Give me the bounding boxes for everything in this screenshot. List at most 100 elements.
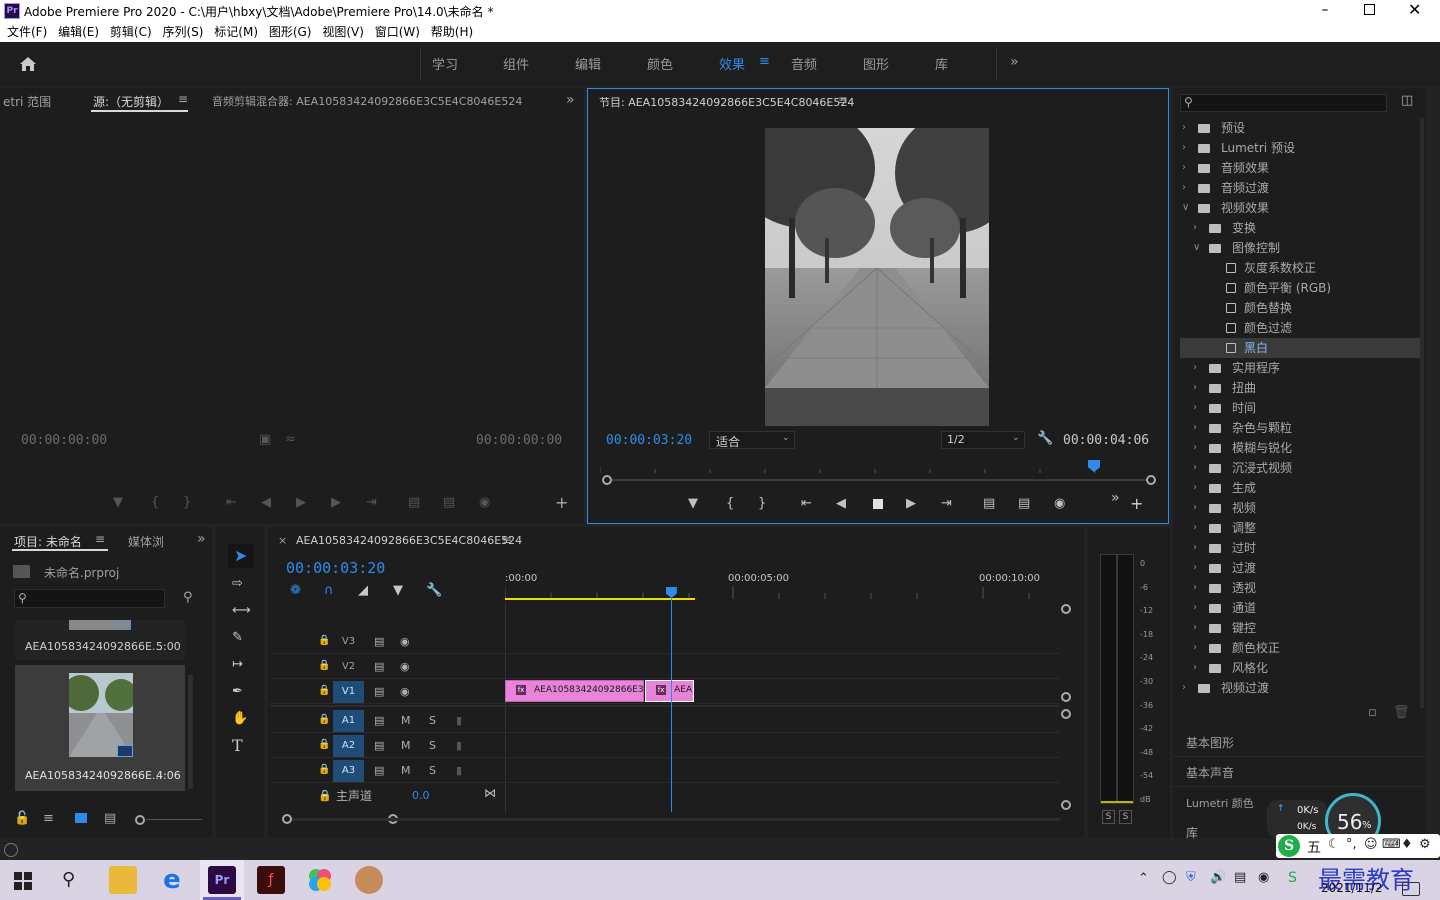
workspace-menu-icon[interactable]: ≡ xyxy=(759,54,770,69)
go-to-out-icon[interactable]: ⇥ xyxy=(941,497,952,511)
microphone-icon[interactable]: ▮ xyxy=(456,764,462,777)
chevron-right-icon[interactable]: › xyxy=(1193,358,1203,378)
export-frame-icon[interactable]: ◉ xyxy=(1054,497,1065,511)
add-marker-icon[interactable]: ▼ xyxy=(113,496,123,510)
update-icon[interactable]: ◉ xyxy=(1258,870,1269,885)
menu-item-edit[interactable]: 编辑(E) xyxy=(58,22,99,42)
mute-icon[interactable]: M xyxy=(401,764,411,777)
razor-tool-icon[interactable]: ✎ xyxy=(232,631,243,645)
chevron-right-icon[interactable]: › xyxy=(1182,118,1192,138)
menu-item-file[interactable]: 文件(F) xyxy=(7,22,47,42)
menu-item-help[interactable]: 帮助(H) xyxy=(431,22,473,42)
tab-lumetri-scopes[interactable]: etri 范围 xyxy=(3,93,51,110)
sync-lock-icon[interactable]: ▤ xyxy=(374,635,384,648)
tab-editing[interactable]: 编辑 xyxy=(575,54,601,73)
tab-menu-icon[interactable]: ≡ xyxy=(95,532,105,546)
chevron-right-icon[interactable]: › xyxy=(1193,558,1203,578)
tab-media-browser[interactable]: 媒体浏 xyxy=(128,533,164,550)
effects-scrollbar[interactable] xyxy=(1420,118,1424,708)
more-workspaces-icon[interactable]: » xyxy=(1010,54,1019,70)
fit-dropdown[interactable]: 适合 ⌄ xyxy=(709,431,795,449)
flash-icon[interactable]: ƒ xyxy=(257,866,285,894)
tab-source[interactable]: 源:（无剪辑） xyxy=(93,93,169,110)
tab-effects[interactable]: 效果 xyxy=(719,54,745,73)
tab-libraries[interactable]: 库 xyxy=(935,54,948,73)
timeline-timecode[interactable]: 00:00:03:20 xyxy=(286,559,385,577)
hand-tool-icon[interactable]: ✋ xyxy=(232,712,248,726)
track-target-a3[interactable]: A3 xyxy=(333,760,364,782)
effects-item[interactable]: › 时间 xyxy=(1180,398,1420,418)
effects-item[interactable]: 黑白 xyxy=(1180,338,1420,358)
find-icon[interactable]: ⚲ xyxy=(183,591,193,605)
tab-assembly[interactable]: 组件 xyxy=(503,54,529,73)
tab-menu-icon[interactable]: ≡ xyxy=(502,533,512,547)
eye-icon[interactable]: ◉ xyxy=(400,685,410,698)
tab-graphics[interactable]: 图形 xyxy=(863,54,889,73)
program-monitor-title[interactable]: 节目: AEA10583424092866E3C5E4C8046E524 xyxy=(599,94,854,110)
source-timecode[interactable]: 00:00:00:00 xyxy=(21,433,107,448)
effects-item[interactable]: › Lumetri 预设 xyxy=(1180,138,1420,158)
chevron-up-icon[interactable]: ⌃ xyxy=(1138,871,1149,886)
menu-item-sequence[interactable]: 序列(S) xyxy=(162,22,203,42)
panel-menu-icon[interactable]: ≡ xyxy=(838,93,848,107)
more-tabs-icon[interactable]: » xyxy=(197,531,206,547)
audio-scroll-handle-top[interactable] xyxy=(1061,709,1071,719)
effects-item[interactable]: › 过渡 xyxy=(1180,558,1420,578)
effects-item[interactable]: › 过时 xyxy=(1180,538,1420,558)
chevron-down-icon[interactable]: ∨ xyxy=(1182,198,1192,218)
effects-item[interactable]: › 音频过渡 xyxy=(1180,178,1420,198)
effects-item[interactable]: 灰度系数校正 xyxy=(1180,258,1420,278)
playhead-timecode[interactable]: 00:00:03:20 xyxy=(606,433,692,448)
lock-icon[interactable]: 🔓 xyxy=(14,812,30,826)
more-controls-icon[interactable]: » xyxy=(1111,491,1120,505)
solo-left-button[interactable]: S xyxy=(1102,810,1115,824)
track-target-v3[interactable]: V3 xyxy=(333,631,364,653)
video-scroll-handle-top[interactable] xyxy=(1061,604,1071,614)
shield-icon[interactable]: ⛨ xyxy=(1186,870,1196,885)
effects-item[interactable]: › 风格化 xyxy=(1180,658,1420,678)
effects-item[interactable]: › 调整 xyxy=(1180,518,1420,538)
effects-item[interactable]: › 视频 xyxy=(1180,498,1420,518)
section-essential-sound[interactable]: 基本声音 xyxy=(1186,764,1234,781)
chevron-right-icon[interactable]: › xyxy=(1182,178,1192,198)
track-select-tool-icon[interactable]: ⇨ xyxy=(232,577,243,591)
sync-lock-icon[interactable]: ▤ xyxy=(374,660,384,673)
audio-scroll-handle-bottom[interactable] xyxy=(1061,800,1071,810)
ime-mode[interactable]: 五 xyxy=(1307,837,1321,857)
notification-icon[interactable] xyxy=(1402,882,1420,896)
effects-item[interactable]: › 实用程序 xyxy=(1180,358,1420,378)
solo-right-button[interactable]: S xyxy=(1119,810,1132,824)
punctuation-icon[interactable]: °, xyxy=(1346,837,1357,852)
tools-icon[interactable]: ⚙ xyxy=(1419,837,1431,852)
freeform-view-icon[interactable]: ▤ xyxy=(104,812,116,826)
step-back-icon[interactable]: ◀ xyxy=(836,497,846,511)
go-to-edit-icon[interactable]: ⋈ xyxy=(484,786,496,800)
insert-icon[interactable]: ▤ xyxy=(408,496,420,510)
eye-icon[interactable]: ◉ xyxy=(400,660,410,673)
volume-icon[interactable]: 🔊 xyxy=(1210,870,1226,885)
effects-item[interactable]: ∨ 视频效果 xyxy=(1180,198,1420,218)
chevron-down-icon[interactable]: ∨ xyxy=(1193,238,1203,258)
tab-learn[interactable]: 学习 xyxy=(432,54,458,73)
chevron-right-icon[interactable]: › xyxy=(1193,518,1203,538)
go-to-out-icon[interactable]: ⇥ xyxy=(366,496,377,510)
photos-icon[interactable] xyxy=(306,866,334,894)
minimize-icon[interactable]: – xyxy=(1318,2,1332,18)
monitor-time-ruler[interactable] xyxy=(599,459,1150,473)
sync-lock-icon[interactable]: ▤ xyxy=(374,685,384,698)
chevron-right-icon[interactable]: › xyxy=(1193,458,1203,478)
effects-item[interactable]: › 模糊与锐化 xyxy=(1180,438,1420,458)
effects-item[interactable]: › 通道 xyxy=(1180,598,1420,618)
sync-lock-icon[interactable]: ▤ xyxy=(374,739,384,752)
effects-item[interactable]: › 扭曲 xyxy=(1180,378,1420,398)
zoom-slider-handle[interactable] xyxy=(135,815,145,825)
microphone-icon[interactable]: ▮ xyxy=(456,739,462,752)
chevron-right-icon[interactable]: › xyxy=(1182,678,1192,698)
chevron-right-icon[interactable]: › xyxy=(1193,578,1203,598)
microphone-icon[interactable]: ▮ xyxy=(456,714,462,727)
chevron-right-icon[interactable]: › xyxy=(1193,618,1203,638)
play-icon[interactable]: ▶ xyxy=(296,496,306,510)
file-explorer-icon[interactable] xyxy=(109,866,137,894)
effects-item[interactable]: › 键控 xyxy=(1180,618,1420,638)
tab-audio-clip-mixer[interactable]: 音频剪辑混合器: AEA10583424092866E3C5E4C8046E52… xyxy=(212,93,522,109)
